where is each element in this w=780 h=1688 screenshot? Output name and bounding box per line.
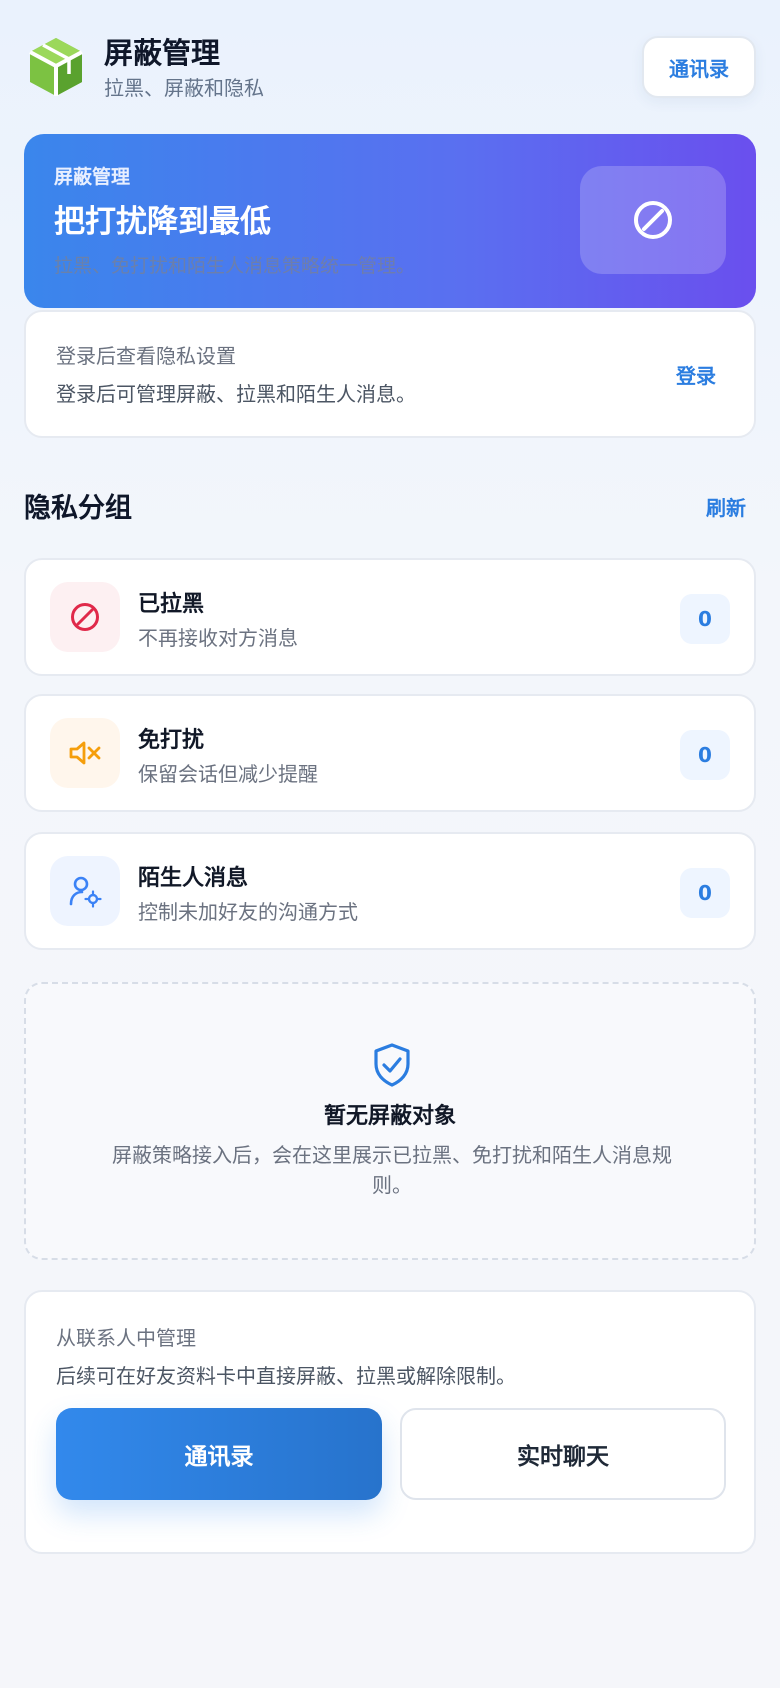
group-icon-container <box>50 856 120 926</box>
hero-icon-container <box>580 166 726 274</box>
login-card: 登录后查看隐私设置 登录后可管理屏蔽、拉黑和陌生人消息。 登录 <box>24 310 756 438</box>
group-count-badge: 0 <box>680 868 730 918</box>
shield-check-icon <box>372 1042 412 1088</box>
mute-icon <box>69 741 101 765</box>
group-description: 保留会话但减少提醒 <box>138 762 318 786</box>
group-title: 陌生人消息 <box>138 866 249 891</box>
manage-title: 从联系人中管理 <box>56 1326 196 1350</box>
app-header: 屏蔽管理 拉黑、屏蔽和隐私 通讯录 <box>26 34 756 104</box>
manage-card: 从联系人中管理 后续可在好友资料卡中直接屏蔽、拉黑或解除限制。 通讯录 实时聊天 <box>24 1290 756 1554</box>
page-subtitle: 拉黑、屏蔽和隐私 <box>104 76 264 100</box>
block-icon <box>634 201 672 239</box>
contacts-button[interactable]: 通讯录 <box>642 36 756 98</box>
refresh-button[interactable]: 刷新 <box>706 492 746 521</box>
live-chat-button[interactable]: 实时聊天 <box>400 1408 726 1500</box>
login-description: 登录后可管理屏蔽、拉黑和陌生人消息。 <box>56 382 416 406</box>
contacts-primary-button[interactable]: 通讯录 <box>56 1408 382 1500</box>
login-title: 登录后查看隐私设置 <box>56 344 236 368</box>
hero-description: 拉黑、免打扰和陌生人消息策略统一管理。 <box>54 255 416 277</box>
group-icon-container <box>50 718 120 788</box>
hero-title: 把打扰降到最低 <box>54 204 271 240</box>
group-icon-container <box>50 582 120 652</box>
empty-state-title: 暂无屏蔽对象 <box>323 1104 456 1129</box>
empty-state-description: 屏蔽策略接入后，会在这里展示已拉黑、免打扰和陌生人消息规则。 <box>112 1143 672 1197</box>
green-cube-icon <box>26 36 86 100</box>
group-count-badge: 0 <box>680 594 730 644</box>
block-icon <box>71 603 99 631</box>
login-button[interactable]: 登录 <box>676 360 716 389</box>
hero-banner: 屏蔽管理 把打扰降到最低 拉黑、免打扰和陌生人消息策略统一管理。 <box>24 134 756 308</box>
group-description: 不再接收对方消息 <box>138 626 298 650</box>
manage-description: 后续可在好友资料卡中直接屏蔽、拉黑或解除限制。 <box>56 1364 516 1388</box>
group-card-strangers[interactable]: 陌生人消息 控制未加好友的沟通方式 0 <box>24 832 756 950</box>
group-card-blocked[interactable]: 已拉黑 不再接收对方消息 0 <box>24 558 756 676</box>
user-settings-icon <box>69 876 102 908</box>
group-title: 已拉黑 <box>138 592 205 617</box>
group-description: 控制未加好友的沟通方式 <box>138 900 358 924</box>
group-count-badge: 0 <box>680 730 730 780</box>
page-title: 屏蔽管理 <box>104 36 221 70</box>
empty-state: 暂无屏蔽对象 屏蔽策略接入后，会在这里展示已拉黑、免打扰和陌生人消息规则。 <box>24 982 756 1260</box>
group-title: 免打扰 <box>138 728 205 753</box>
group-card-mute[interactable]: 免打扰 保留会话但减少提醒 0 <box>24 694 756 812</box>
section-title: 隐私分组 <box>24 493 132 524</box>
hero-eyebrow: 屏蔽管理 <box>54 166 131 188</box>
